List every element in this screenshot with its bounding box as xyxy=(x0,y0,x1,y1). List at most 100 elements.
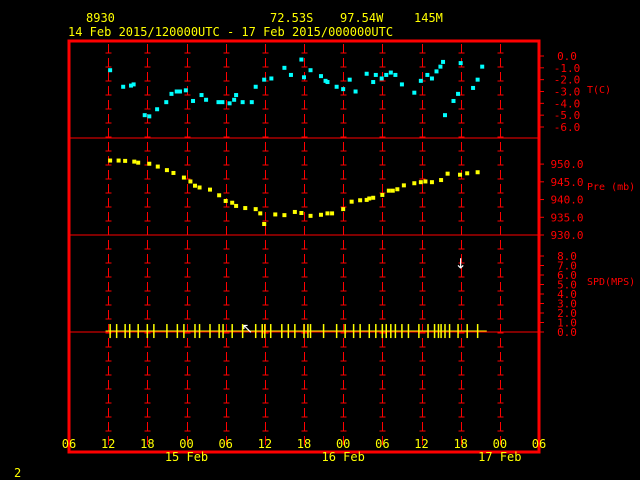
temperature-point xyxy=(334,84,339,89)
x-tick-label: 12 xyxy=(258,437,272,451)
pressure-point xyxy=(380,192,385,197)
station-elevation: 145M xyxy=(414,11,443,25)
pressure-point xyxy=(132,159,137,164)
x-date-label: 15 Feb xyxy=(165,450,208,464)
temperature-point xyxy=(204,97,209,102)
pressure-point xyxy=(197,185,202,190)
pressure-point xyxy=(423,179,428,184)
x-tick-label: 06 xyxy=(532,437,546,451)
pressure-point xyxy=(330,211,335,216)
temperature-point xyxy=(373,72,378,77)
temperature-point xyxy=(353,89,358,94)
wind-direction-arrow: ↖ xyxy=(241,321,253,337)
temperature-point xyxy=(371,80,376,85)
pressure-point xyxy=(367,196,372,201)
temperature-point xyxy=(147,114,152,119)
time-range: 14 Feb 2015/120000UTC - 17 Feb 2015/0000… xyxy=(68,25,394,39)
temperature-point xyxy=(388,70,393,75)
pressure-point xyxy=(318,212,323,217)
x-tick-label: 12 xyxy=(101,437,115,451)
pressure-point xyxy=(386,188,391,193)
pressure-point xyxy=(325,211,330,216)
temperature-point xyxy=(108,68,113,73)
temperature-point xyxy=(232,97,237,102)
pressure-point xyxy=(401,183,406,188)
pressure-point xyxy=(234,203,239,208)
temperature-point xyxy=(399,82,404,87)
temperature-point xyxy=(475,77,480,82)
pressure-point xyxy=(429,180,434,185)
pressure-point xyxy=(230,200,235,205)
y-tick-label: 0.0 xyxy=(557,326,577,339)
station-longitude: 97.54W xyxy=(340,11,384,25)
temperature-point xyxy=(262,77,267,82)
temperature-point xyxy=(121,84,126,89)
pressure-point xyxy=(273,212,278,217)
pressure-point xyxy=(390,188,395,193)
pressure-point xyxy=(164,168,169,173)
pressure-point xyxy=(341,207,346,212)
pressure-point xyxy=(208,187,212,192)
temperature-point xyxy=(302,75,306,80)
pressure-point xyxy=(395,187,400,192)
temperature-point xyxy=(282,65,287,70)
pressure-point xyxy=(282,213,287,218)
x-date-label: 16 Feb xyxy=(321,450,364,464)
pressure-point xyxy=(445,171,450,176)
pressure-point xyxy=(155,164,160,169)
pressure-point xyxy=(475,170,480,175)
station-id: 8930 xyxy=(86,11,115,25)
pressure-point xyxy=(262,222,267,227)
temperature-point xyxy=(191,98,196,103)
temperature-point xyxy=(142,113,147,118)
corner-label: 2 xyxy=(14,466,22,480)
y-tick-label: 930.0 xyxy=(550,229,583,242)
temperature-point xyxy=(443,113,447,118)
pressure-point xyxy=(308,213,313,218)
temperature-point xyxy=(384,72,389,77)
y-tick-label: 935.0 xyxy=(550,211,583,224)
temperature-point xyxy=(456,91,461,96)
temperature-point xyxy=(234,93,239,98)
x-tick-label: 00 xyxy=(179,437,193,451)
temperature-point xyxy=(183,88,188,93)
temperature-point xyxy=(177,89,182,94)
x-tick-label: 18 xyxy=(140,437,154,451)
temperature-point xyxy=(441,59,446,64)
pressure-point xyxy=(292,209,297,214)
temperature-point xyxy=(451,98,456,103)
temperature-point xyxy=(471,85,476,90)
temperature-point xyxy=(438,64,443,69)
temperature-point xyxy=(164,100,169,105)
y-tick-label: 950.0 xyxy=(550,158,583,171)
temperature-point xyxy=(169,91,174,96)
temperature-point xyxy=(220,100,225,105)
station-latitude: 72.53S xyxy=(270,11,314,25)
panel-ylabel: T(C) xyxy=(587,85,611,96)
temperature-point xyxy=(253,84,258,89)
temperature-point xyxy=(429,76,434,81)
pressure-point xyxy=(458,172,463,177)
pressure-point xyxy=(108,158,113,163)
temperature-point xyxy=(288,72,293,77)
temperature-point xyxy=(199,93,204,98)
temperature-point xyxy=(379,76,384,81)
temperature-point xyxy=(325,80,330,85)
temperature-point xyxy=(318,74,323,79)
x-tick-label: 06 xyxy=(375,437,389,451)
wind-direction-arrow: ↓ xyxy=(455,257,467,273)
pressure-point xyxy=(123,158,128,163)
pressure-point xyxy=(243,206,248,211)
temperature-point xyxy=(216,100,221,105)
x-tick-label: 06 xyxy=(218,437,232,451)
temperature-point xyxy=(341,87,346,92)
pressure-point xyxy=(412,181,417,186)
pressure-point xyxy=(171,170,176,175)
temperature-point xyxy=(269,76,274,81)
pressure-point xyxy=(116,158,121,163)
pressure-point xyxy=(299,211,304,216)
pressure-point xyxy=(349,199,354,204)
pressure-point xyxy=(188,179,193,184)
temperature-point xyxy=(347,77,352,82)
temperature-point xyxy=(425,72,430,77)
